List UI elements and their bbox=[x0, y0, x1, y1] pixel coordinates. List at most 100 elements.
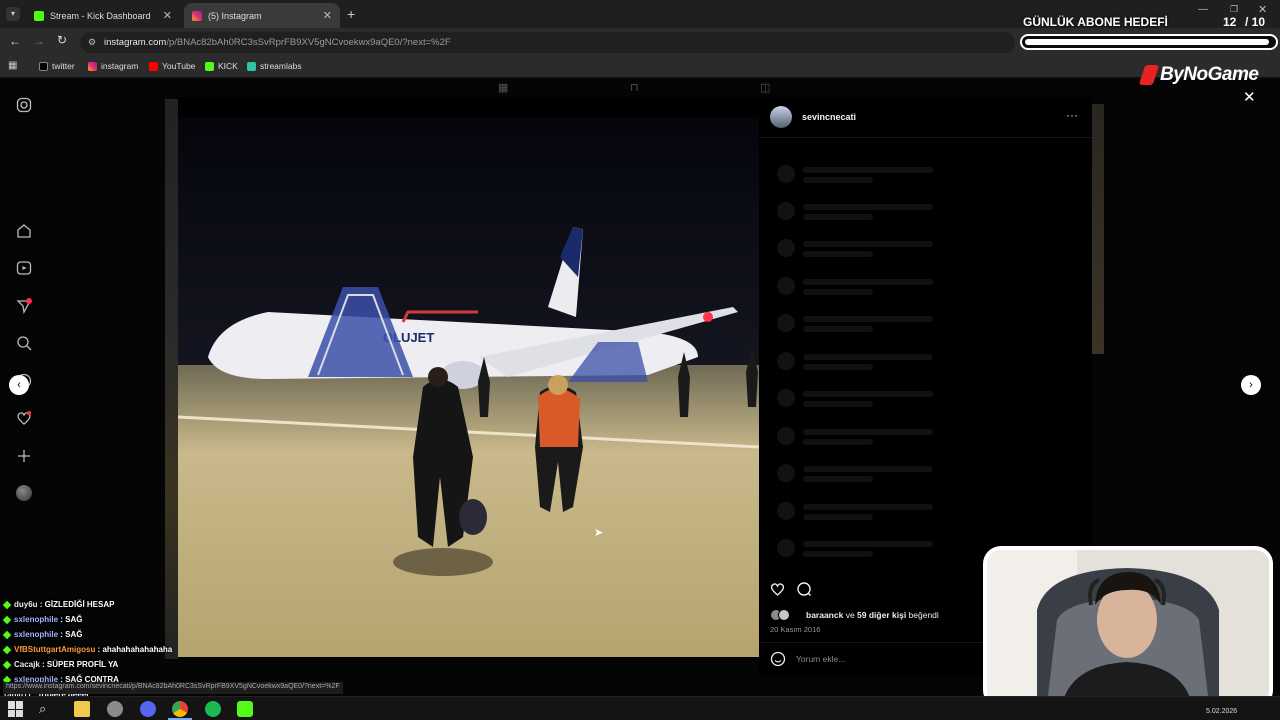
chat-message: sxlenophile : SAĞ bbox=[0, 612, 240, 627]
close-modal-icon[interactable]: ✕ bbox=[1243, 88, 1256, 106]
comment-skeleton-line bbox=[803, 326, 873, 332]
chat-text: SAĞ bbox=[65, 615, 83, 624]
chat-username: Cacajk bbox=[14, 660, 40, 669]
kick-icon bbox=[34, 10, 44, 21]
instagram-logo-icon[interactable] bbox=[16, 97, 32, 113]
comment-skeleton-line bbox=[803, 514, 873, 520]
comment-skeleton-line bbox=[803, 466, 933, 472]
x-icon bbox=[39, 61, 48, 71]
webcam-overlay bbox=[983, 546, 1273, 708]
windows-start-icon[interactable] bbox=[8, 701, 24, 717]
comment-skeleton-line bbox=[803, 439, 873, 445]
kick-badge-icon bbox=[2, 600, 12, 609]
instagram-icon bbox=[88, 61, 97, 71]
likes-count[interactable]: 59 diğer kişi bbox=[857, 610, 906, 620]
chat-separator: : bbox=[37, 600, 45, 609]
post-options-icon[interactable]: ··· bbox=[1066, 108, 1078, 122]
instagram-icon bbox=[192, 10, 202, 21]
messages-icon[interactable] bbox=[16, 298, 32, 314]
goal-total: / 10 bbox=[1245, 15, 1266, 29]
kick-badge-icon bbox=[2, 630, 12, 639]
next-post-button[interactable]: › bbox=[1241, 375, 1261, 395]
search-icon[interactable]: ⌕ bbox=[39, 701, 55, 717]
spotify-icon[interactable] bbox=[205, 701, 221, 717]
bookmark-instagram[interactable]: instagram bbox=[88, 61, 138, 71]
chat-message: Cacajk : SÜPER PROFİL YA bbox=[0, 657, 240, 672]
address-bar[interactable]: ⚙ instagram.com/p/BNAc82bAh0RC3sSvRprFB9… bbox=[80, 32, 1015, 53]
divider bbox=[759, 137, 1092, 138]
background-photo-left bbox=[165, 99, 178, 659]
comment-skeleton-avatar bbox=[777, 239, 795, 257]
grid-tab-icon[interactable]: ▦ bbox=[498, 81, 508, 94]
emoji-icon[interactable] bbox=[770, 651, 786, 667]
taskbar-date: 5.02.2026 bbox=[1206, 708, 1238, 715]
chat-text: ahahahahahahaha bbox=[102, 645, 173, 654]
chat-message: duy6u : GİZLEDİĞİ HESAP bbox=[0, 597, 240, 612]
like-heart-icon[interactable] bbox=[769, 581, 786, 597]
post-date: 20 Kasım 2016 bbox=[770, 625, 821, 634]
comment-skeleton-line bbox=[803, 364, 873, 370]
saved-tab-icon[interactable]: ⊓ bbox=[630, 81, 639, 94]
comment-skeleton-line bbox=[803, 476, 873, 482]
tagged-tab-icon[interactable]: ◫ bbox=[760, 81, 770, 94]
airport-photo: OLUJET bbox=[178, 117, 759, 657]
obs-app-icon[interactable] bbox=[107, 701, 123, 717]
youtube-icon bbox=[149, 61, 158, 71]
previous-post-button[interactable]: ‹ bbox=[9, 375, 29, 395]
tab-kick-dashboard[interactable]: Stream - Kick Dashboard ✕ bbox=[26, 3, 180, 28]
chat-username: sxlenophile bbox=[14, 630, 59, 639]
discord-icon[interactable] bbox=[140, 701, 156, 717]
post-author-avatar[interactable] bbox=[770, 106, 792, 128]
likes-connector: ve bbox=[843, 610, 858, 620]
chat-separator: : bbox=[39, 660, 47, 669]
bookmark-kick[interactable]: KICK bbox=[205, 61, 238, 71]
tab-instagram[interactable]: (5) Instagram ✕ bbox=[184, 3, 340, 28]
create-plus-icon[interactable] bbox=[16, 448, 32, 464]
comment-skeleton-line bbox=[803, 279, 933, 285]
notifications-heart-icon[interactable] bbox=[16, 410, 32, 426]
post-author-username[interactable]: sevincnecati bbox=[802, 112, 856, 122]
apps-icon[interactable]: ▦ bbox=[8, 60, 17, 71]
comment-skeleton-line bbox=[803, 316, 933, 322]
reels-icon[interactable] bbox=[16, 260, 32, 276]
streamer-webcam-feed bbox=[987, 550, 1269, 704]
brand-name: ByNoGame bbox=[1160, 64, 1259, 85]
file-explorer-icon[interactable] bbox=[74, 701, 90, 717]
status-bar-url: https://www.instagram.com/sevincnecati/p… bbox=[3, 682, 343, 694]
tab-title: Stream - Kick Dashboard bbox=[50, 10, 151, 21]
liked-by-username[interactable]: baraanck bbox=[806, 610, 843, 620]
comment-icon[interactable] bbox=[796, 581, 812, 597]
likes-summary: baraanck ve 59 diğer kişi beğendi bbox=[806, 610, 939, 620]
comment-skeleton-line bbox=[803, 429, 933, 435]
brand-logo: ByNoGame bbox=[1138, 64, 1259, 86]
site-info-icon[interactable]: ⚙ bbox=[88, 37, 96, 48]
post-media-frame bbox=[178, 97, 759, 117]
add-comment-input[interactable]: Yorum ekle... bbox=[796, 654, 845, 664]
kick-badge-icon bbox=[2, 645, 12, 654]
kick-app-icon[interactable] bbox=[237, 701, 253, 717]
comment-skeleton-line bbox=[803, 204, 933, 210]
comment-skeleton-line bbox=[803, 177, 873, 183]
comment-skeleton-avatar bbox=[777, 427, 795, 445]
home-icon[interactable] bbox=[16, 223, 32, 239]
reload-icon[interactable]: ↻ bbox=[57, 33, 67, 47]
chrome-icon[interactable] bbox=[172, 701, 188, 717]
likes-suffix: beğendi bbox=[906, 610, 939, 620]
bookmark-youtube[interactable]: YouTube bbox=[149, 61, 195, 71]
mouse-cursor-icon: ➤ bbox=[594, 527, 604, 539]
bookmark-twitter[interactable]: twitter bbox=[39, 61, 75, 71]
kick-badge-icon bbox=[2, 660, 12, 669]
comment-skeleton-avatar bbox=[777, 539, 795, 557]
forward-icon[interactable]: → bbox=[33, 34, 45, 48]
search-icon[interactable] bbox=[16, 335, 32, 351]
profile-avatar[interactable] bbox=[16, 485, 32, 501]
close-tab-icon[interactable]: ✕ bbox=[163, 9, 172, 22]
close-tab-icon[interactable]: ✕ bbox=[323, 9, 332, 22]
tab-search-button[interactable]: ▾ bbox=[6, 7, 20, 21]
new-tab-button[interactable]: + bbox=[347, 6, 355, 22]
chat-text: SÜPER PROFİL YA bbox=[46, 660, 119, 669]
back-icon[interactable]: ← bbox=[9, 34, 21, 48]
comment-skeleton-avatar bbox=[777, 389, 795, 407]
bookmark-streamlabs[interactable]: streamlabs bbox=[247, 61, 302, 71]
comment-skeleton-avatar bbox=[777, 502, 795, 520]
